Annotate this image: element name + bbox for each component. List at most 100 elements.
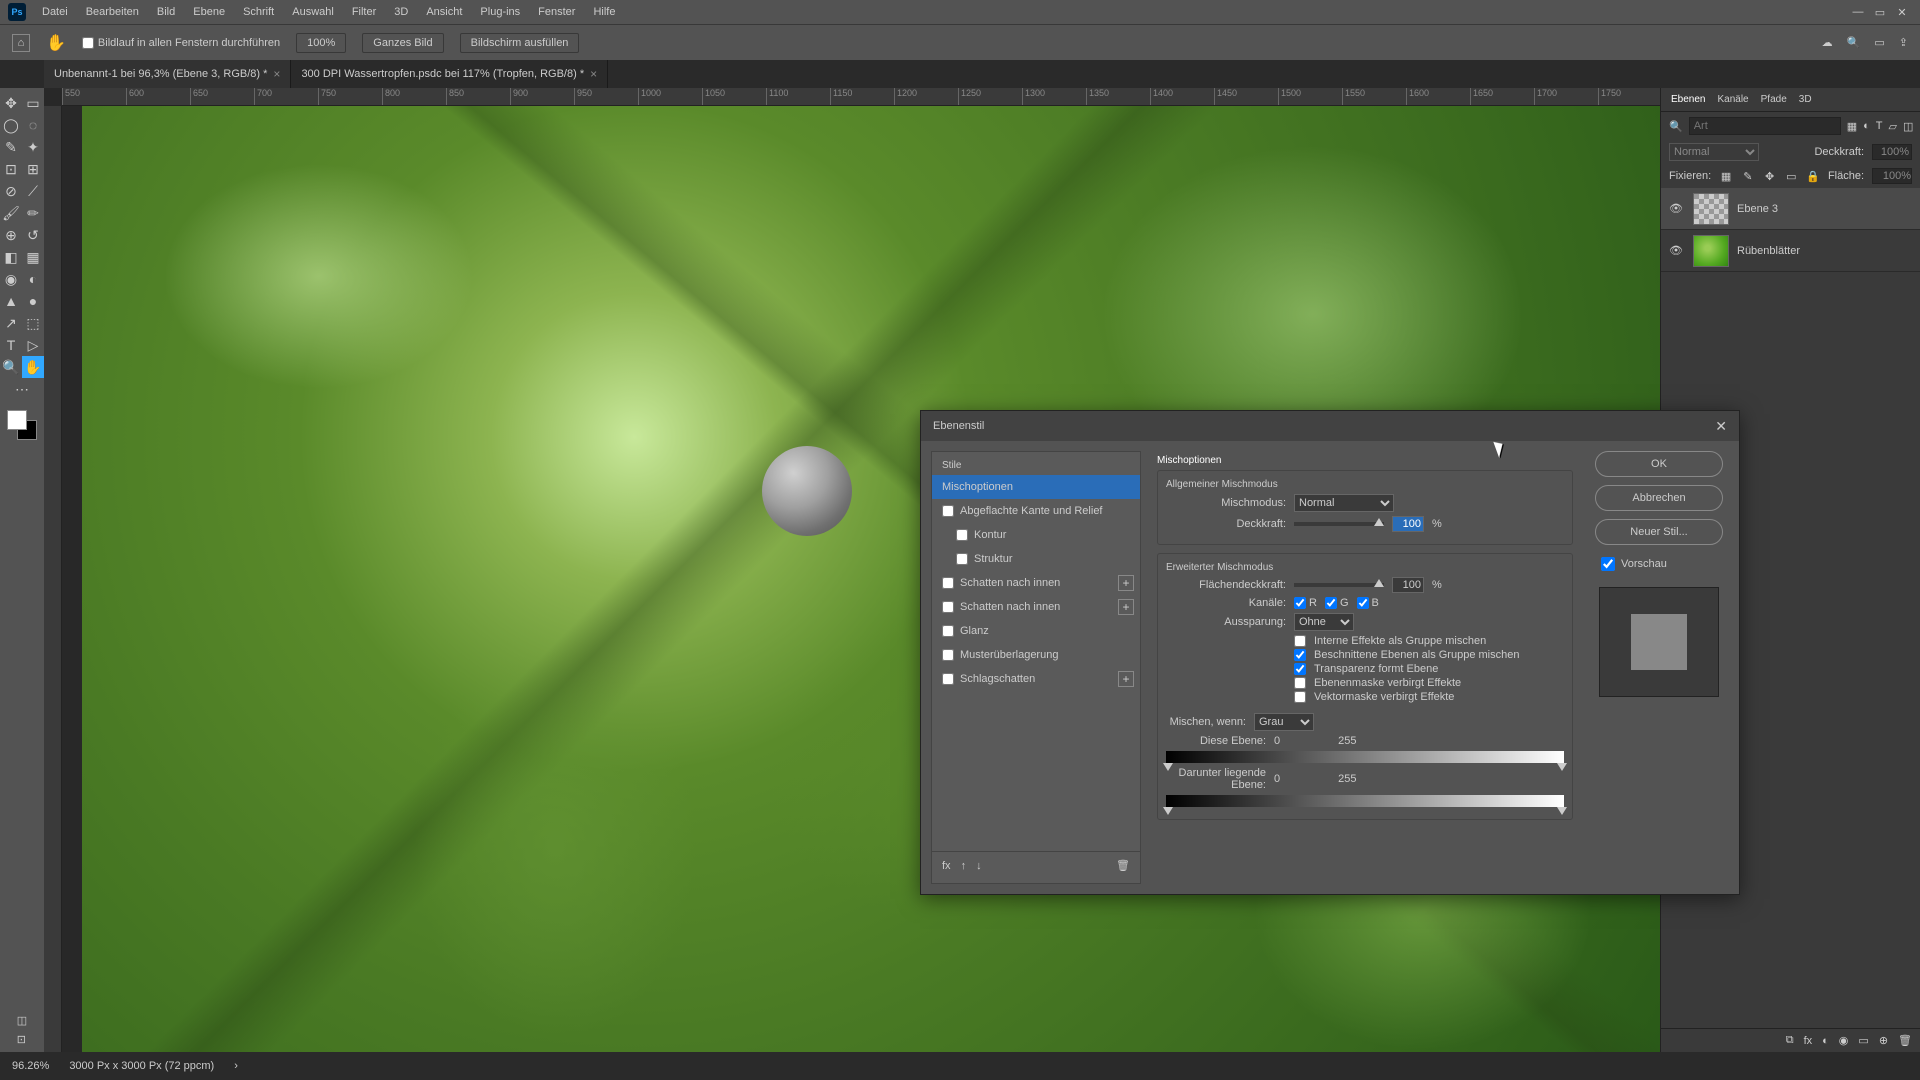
filter-shape-icon[interactable]: ▱ (1889, 120, 1897, 133)
gradient-tool[interactable]: ▦ (22, 246, 44, 268)
text-tool[interactable]: T (0, 334, 22, 356)
fill-opacity-input[interactable] (1392, 577, 1424, 593)
filter-pixel-icon[interactable]: ▦ (1847, 120, 1857, 133)
cloud-icon[interactable]: ☁ (1822, 36, 1833, 49)
bildschirm-button[interactable]: Bildschirm ausfüllen (460, 33, 580, 53)
layer-item-ruebenblaetter[interactable]: 👁 Rübenblätter (1661, 230, 1920, 272)
add-icon[interactable]: + (1118, 575, 1134, 591)
lock-pixels-icon[interactable]: ✎ (1741, 170, 1755, 183)
workspace-icon[interactable]: ▭ (1874, 36, 1884, 49)
layer-name[interactable]: Ebene 3 (1737, 203, 1778, 215)
channel-r-checkbox[interactable]: R (1294, 597, 1317, 609)
layer-thumb[interactable] (1693, 235, 1729, 267)
home-icon[interactable]: ⌂ (12, 34, 30, 52)
tab-3d[interactable]: 3D (1799, 94, 1812, 105)
menu-ansicht[interactable]: Ansicht (418, 6, 470, 18)
add-icon[interactable]: + (1118, 671, 1134, 687)
zoom-level[interactable]: 96.26% (12, 1060, 49, 1072)
menu-datei[interactable]: Datei (34, 6, 76, 18)
knockout-select[interactable]: Ohne (1294, 613, 1354, 631)
ruler-vertical[interactable] (44, 106, 62, 1052)
lock-pos-icon[interactable]: ✥ (1763, 170, 1777, 183)
brush-tool[interactable]: 🖌 (0, 202, 22, 224)
item-kontur[interactable]: Kontur (932, 523, 1140, 547)
blend-mode-select[interactable]: Normal (1669, 143, 1759, 161)
fill-input[interactable] (1872, 168, 1912, 184)
menu-bild[interactable]: Bild (149, 6, 183, 18)
tab-ebenen[interactable]: Ebenen (1671, 94, 1705, 105)
dialog-title-bar[interactable]: Ebenenstil ✕ (921, 411, 1739, 441)
lock-artboard-icon[interactable]: ▭ (1784, 170, 1798, 183)
ganzes-bild-button[interactable]: Ganzes Bild (362, 33, 443, 53)
chk-vektormaske[interactable] (1294, 691, 1306, 703)
fg-color[interactable] (7, 410, 27, 430)
share-icon[interactable]: ⇪ (1899, 36, 1908, 49)
delete-icon[interactable]: 🗑 (1898, 1034, 1912, 1047)
chevron-right-icon[interactable]: › (234, 1060, 238, 1072)
chk-beschnitten[interactable] (1294, 649, 1306, 661)
tab-kanaele[interactable]: Kanäle (1717, 94, 1748, 105)
layer-item-ebene3[interactable]: 👁 Ebene 3 (1661, 188, 1920, 230)
pen-tool[interactable]: ▲ (0, 290, 22, 312)
item-schatten-innen-2[interactable]: Schatten nach innen+ (932, 595, 1140, 619)
visibility-icon[interactable]: 👁 (1667, 244, 1685, 257)
layer-thumb[interactable] (1693, 193, 1729, 225)
chk-interne[interactable] (1294, 635, 1306, 647)
trash-icon[interactable]: 🗑 (1116, 859, 1130, 872)
lock-all-icon[interactable]: 🔒 (1806, 170, 1820, 183)
menu-auswahl[interactable]: Auswahl (284, 6, 342, 18)
blur-tool[interactable]: ◉ (0, 268, 22, 290)
new-style-button[interactable]: Neuer Stil... (1595, 519, 1723, 545)
menu-ebene[interactable]: Ebene (185, 6, 233, 18)
new-layer-icon[interactable]: ⊕ (1879, 1034, 1888, 1047)
close-icon[interactable]: ✕ (1715, 418, 1727, 435)
ok-button[interactable]: OK (1595, 451, 1723, 477)
item-glanz[interactable]: Glanz (932, 619, 1140, 643)
group-icon[interactable]: ▭ (1858, 1034, 1868, 1047)
menu-fenster[interactable]: Fenster (530, 6, 583, 18)
channel-g-checkbox[interactable]: G (1325, 597, 1349, 609)
menu-hilfe[interactable]: Hilfe (585, 6, 623, 18)
menu-bearbeiten[interactable]: Bearbeiten (78, 6, 147, 18)
quick-select-tool[interactable]: ✎ (0, 136, 22, 158)
clone-tool[interactable]: ⊕ (0, 224, 22, 246)
type-tool[interactable]: ● (22, 290, 44, 312)
blend-mode-select[interactable]: Normal (1294, 494, 1394, 512)
artboard-tool[interactable]: ▭ (22, 92, 44, 114)
item-struktur[interactable]: Struktur (932, 547, 1140, 571)
scroll-all-checkbox[interactable]: Bildlauf in allen Fenstern durchführen (82, 37, 280, 49)
link-layers-icon[interactable]: ⧉ (1786, 1034, 1794, 1047)
ruler-horizontal[interactable]: 5506006507007508008509009501000105011001… (62, 88, 1660, 106)
filter-smart-icon[interactable]: ◫ (1903, 120, 1913, 133)
visibility-icon[interactable]: 👁 (1667, 202, 1685, 215)
mask-icon[interactable]: ◐ (1822, 1035, 1829, 1047)
color-swatch[interactable] (7, 410, 37, 440)
shape-tool[interactable]: ⬚ (22, 312, 44, 334)
add-icon[interactable]: + (1118, 599, 1134, 615)
fx-button-icon[interactable]: fx (942, 860, 951, 872)
tab-doc-1[interactable]: Unbenannt-1 bei 96,3% (Ebene 3, RGB/8) *… (44, 60, 291, 88)
path-tool[interactable]: ↗ (0, 312, 22, 334)
zoom-tool[interactable]: 🔍 (0, 356, 22, 378)
ruler-tool[interactable]: ⟋ (22, 180, 44, 202)
menu-schrift[interactable]: Schrift (235, 6, 282, 18)
up-icon[interactable]: ↑ (961, 860, 967, 872)
fill-opacity-slider[interactable] (1294, 583, 1384, 587)
opacity-input[interactable] (1392, 516, 1424, 532)
dodge-tool[interactable]: ◐ (22, 268, 44, 290)
cancel-button[interactable]: Abbrechen (1595, 485, 1723, 511)
menu-3d[interactable]: 3D (386, 6, 416, 18)
eraser-tool[interactable]: ◧ (0, 246, 22, 268)
search-icon[interactable]: 🔍 (1847, 36, 1861, 49)
layer-name[interactable]: Rübenblätter (1737, 245, 1800, 257)
close-tab-icon[interactable]: × (590, 67, 597, 81)
chk-transparenz[interactable] (1294, 663, 1306, 675)
history-brush-tool[interactable]: ↺ (22, 224, 44, 246)
lock-trans-icon[interactable]: ▦ (1719, 170, 1733, 183)
doc-info[interactable]: 3000 Px x 3000 Px (72 ppcm) (69, 1060, 214, 1072)
down-icon[interactable]: ↓ (976, 860, 982, 872)
layer-filter-input[interactable] (1689, 117, 1841, 135)
menu-filter[interactable]: Filter (344, 6, 384, 18)
zoom-100-button[interactable]: 100% (296, 33, 346, 53)
underlying-gradient[interactable] (1166, 795, 1564, 807)
